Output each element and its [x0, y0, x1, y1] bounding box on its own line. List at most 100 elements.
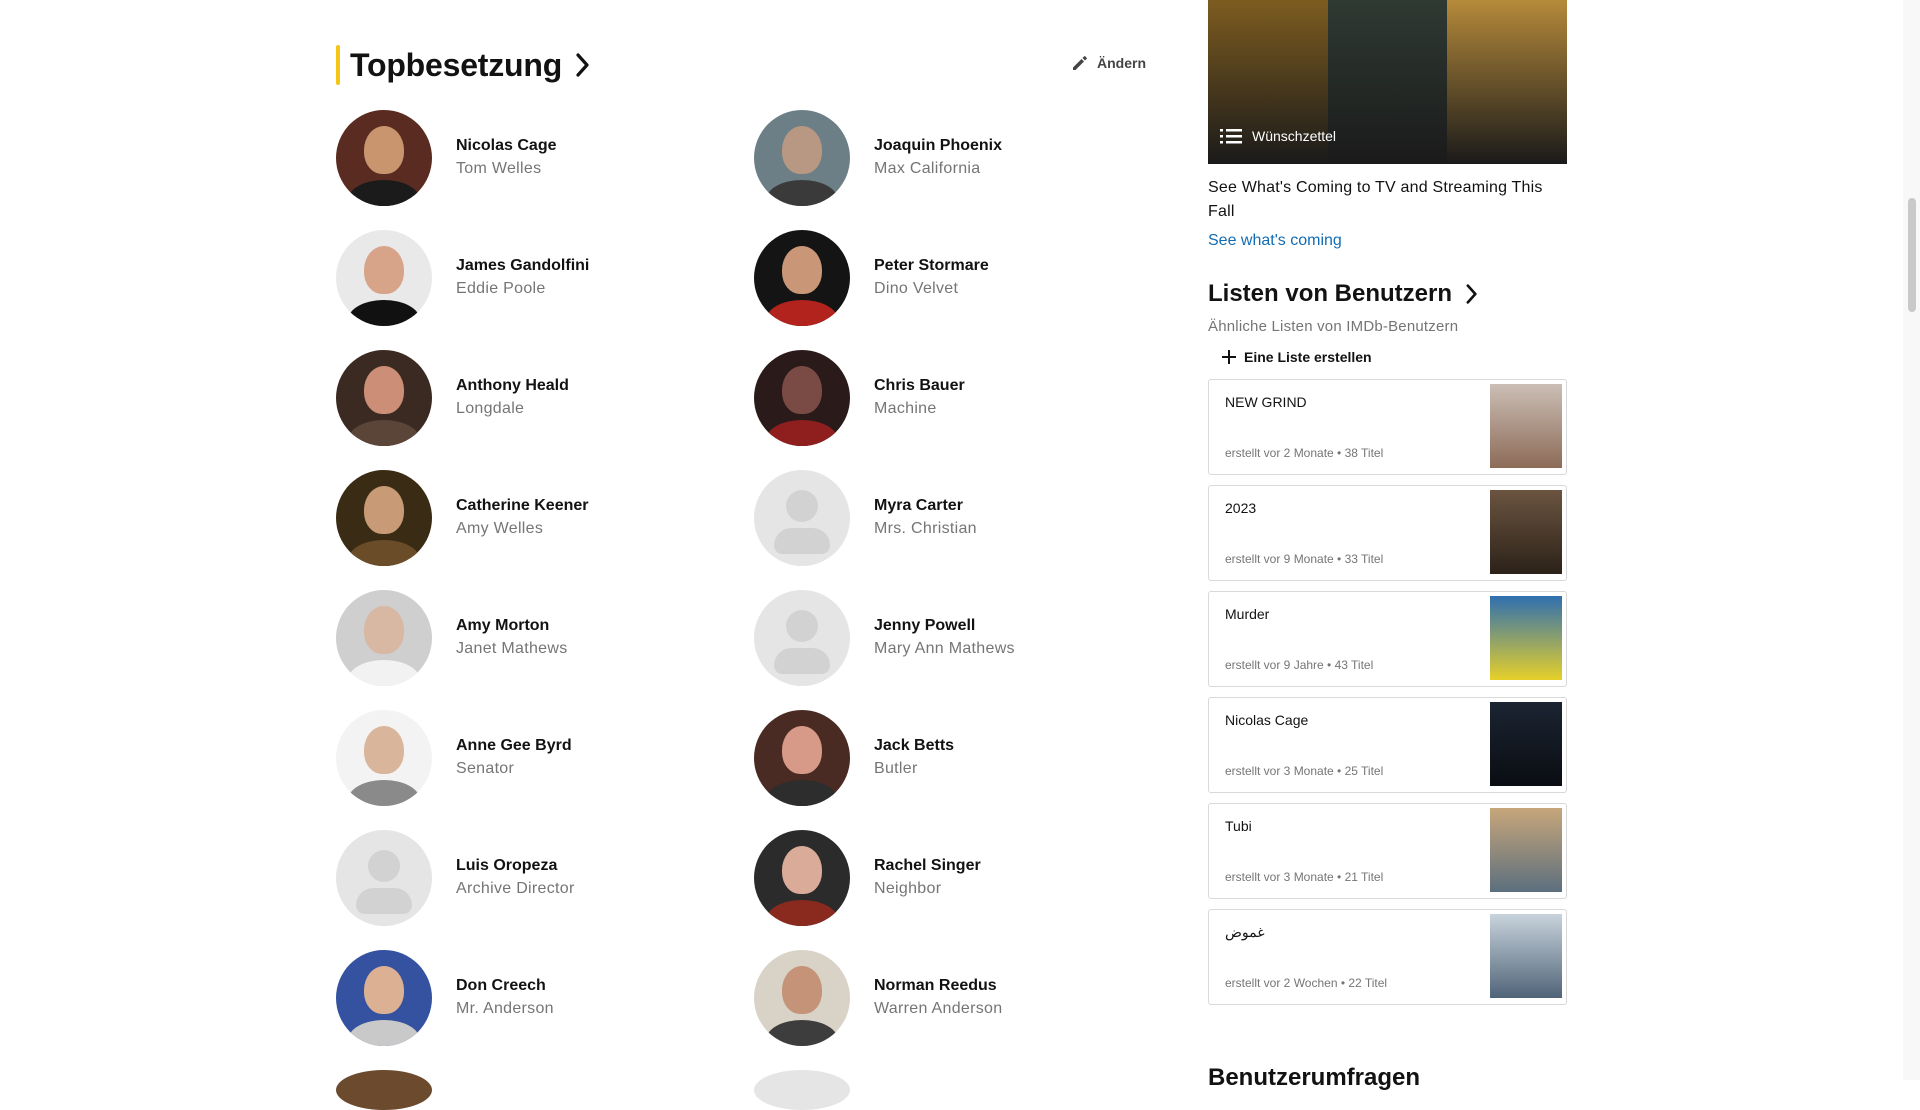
avatar-placeholder-icon[interactable] — [754, 470, 850, 566]
actor-name[interactable]: Joaquin Phoenix — [874, 135, 1002, 157]
actor-name[interactable]: Anne Gee Byrd — [456, 735, 572, 757]
actor-name[interactable]: Catherine Keener — [456, 495, 589, 517]
list-thumbnail[interactable] — [1490, 914, 1562, 998]
cast-member[interactable]: Jack Betts Butler — [754, 710, 1146, 806]
character-name[interactable]: Dino Velvet — [874, 277, 989, 301]
next-cast-avatar[interactable] — [754, 1070, 850, 1110]
user-list-card[interactable]: غموض erstellt vor 2 Wochen • 22 Titel — [1208, 909, 1567, 1005]
cast-member[interactable]: Chris Bauer Machine — [754, 350, 1146, 446]
cast-member[interactable]: Rachel Singer Neighbor — [754, 830, 1146, 926]
actor-photo[interactable] — [336, 350, 432, 446]
character-name[interactable]: Max California — [874, 157, 1002, 181]
cast-member[interactable]: Anne Gee Byrd Senator — [336, 710, 754, 806]
character-name[interactable]: Mrs. Christian — [874, 517, 977, 541]
cast-member[interactable]: Don Creech Mr. Anderson — [336, 950, 754, 1046]
user-list-card[interactable]: NEW GRIND erstellt vor 2 Monate • 38 Tite… — [1208, 379, 1567, 475]
top-cast-header[interactable]: Topbesetzung — [336, 42, 1146, 88]
actor-name[interactable]: Amy Morton — [456, 615, 568, 637]
cast-member[interactable]: Amy Morton Janet Mathews — [336, 590, 754, 686]
list-title[interactable]: Nicolas Cage — [1225, 712, 1308, 728]
actor-photo[interactable] — [336, 590, 432, 686]
actor-photo[interactable] — [336, 470, 432, 566]
character-name[interactable]: Mr. Anderson — [456, 997, 554, 1021]
actor-photo[interactable] — [754, 350, 850, 446]
character-name[interactable]: Butler — [874, 757, 954, 781]
actor-photo[interactable] — [336, 110, 432, 206]
actor-name[interactable]: Jack Betts — [874, 735, 954, 757]
scrollbar-thumb[interactable] — [1908, 198, 1916, 312]
actor-photo[interactable] — [336, 710, 432, 806]
user-lists-header[interactable]: Listen von Benutzern — [1208, 280, 1568, 308]
avatar-placeholder-icon[interactable] — [336, 830, 432, 926]
list-title[interactable]: 2023 — [1225, 500, 1256, 516]
section-title[interactable]: Topbesetzung — [350, 47, 562, 84]
edit-button[interactable]: Ändern — [1071, 54, 1146, 72]
avatar-placeholder-icon[interactable] — [754, 590, 850, 686]
character-name[interactable]: Archive Director — [456, 877, 575, 901]
actor-photo[interactable] — [754, 710, 850, 806]
user-polls-header[interactable]: Benutzerumfragen — [1208, 1064, 1420, 1092]
actor-photo[interactable] — [754, 230, 850, 326]
actor-name[interactable]: Don Creech — [456, 975, 554, 997]
actor-name[interactable]: Chris Bauer — [874, 375, 965, 397]
actor-name[interactable]: Rachel Singer — [874, 855, 981, 877]
user-polls-title[interactable]: Benutzerumfragen — [1208, 1064, 1420, 1092]
chevron-right-icon[interactable] — [1466, 284, 1478, 304]
cast-member[interactable]: Jenny Powell Mary Ann Mathews — [754, 590, 1146, 686]
actor-name[interactable]: Jenny Powell — [874, 615, 1015, 637]
actor-name[interactable]: Myra Carter — [874, 495, 977, 517]
user-list-card[interactable]: Nicolas Cage erstellt vor 3 Monate • 25 T… — [1208, 697, 1567, 793]
cast-member[interactable]: Catherine Keener Amy Welles — [336, 470, 754, 566]
actor-photo[interactable] — [754, 830, 850, 926]
character-name[interactable]: Janet Mathews — [456, 637, 568, 661]
cast-member[interactable]: James Gandolfini Eddie Poole — [336, 230, 754, 326]
list-thumbnail[interactable] — [1490, 702, 1562, 786]
actor-name[interactable]: Luis Oropeza — [456, 855, 575, 877]
list-thumbnail[interactable] — [1490, 808, 1562, 892]
user-list-card[interactable]: 2023 erstellt vor 9 Monate • 33 Titel — [1208, 485, 1567, 581]
character-name[interactable]: Eddie Poole — [456, 277, 589, 301]
cast-member[interactable]: Luis Oropeza Archive Director — [336, 830, 754, 926]
cast-member[interactable]: Norman Reedus Warren Anderson — [754, 950, 1146, 1046]
promo-link[interactable]: See what's coming — [1208, 232, 1568, 250]
cast-member[interactable]: Peter Stormare Dino Velvet — [754, 230, 1146, 326]
create-list-button[interactable]: Eine Liste erstellen — [1222, 349, 1568, 365]
user-list-card[interactable]: Tubi erstellt vor 3 Monate • 21 Titel — [1208, 803, 1567, 899]
list-title[interactable]: غموض — [1225, 924, 1265, 941]
actor-photo[interactable] — [336, 950, 432, 1046]
cast-member[interactable]: Nicolas Cage Tom Welles — [336, 110, 754, 206]
character-name[interactable]: Warren Anderson — [874, 997, 1002, 1021]
list-title[interactable]: Tubi — [1225, 818, 1252, 834]
actor-name[interactable]: Peter Stormare — [874, 255, 989, 277]
character-name[interactable]: Amy Welles — [456, 517, 589, 541]
actor-photo[interactable] — [754, 950, 850, 1046]
character-name[interactable]: Tom Welles — [456, 157, 556, 181]
actor-name[interactable]: James Gandolfini — [456, 255, 589, 277]
character-name[interactable]: Machine — [874, 397, 965, 421]
list-title[interactable]: NEW GRIND — [1225, 394, 1307, 410]
next-cast-avatar[interactable] — [336, 1070, 432, 1110]
actor-name[interactable]: Nicolas Cage — [456, 135, 556, 157]
character-name[interactable]: Longdale — [456, 397, 569, 421]
chevron-right-icon[interactable] — [576, 53, 590, 77]
scrollbar[interactable] — [1903, 0, 1920, 1080]
cast-member[interactable]: Joaquin Phoenix Max California — [754, 110, 1146, 206]
list-title[interactable]: Murder — [1225, 606, 1269, 622]
character-name[interactable]: Neighbor — [874, 877, 981, 901]
user-lists-title[interactable]: Listen von Benutzern — [1208, 280, 1452, 308]
actor-name[interactable]: Norman Reedus — [874, 975, 1002, 997]
list-thumbnail[interactable] — [1490, 596, 1562, 680]
cast-member[interactable]: Anthony Heald Longdale — [336, 350, 754, 446]
list-thumbnail[interactable] — [1490, 384, 1562, 468]
promo-image[interactable]: Wünschzettel — [1208, 0, 1567, 164]
watchlist-badge[interactable]: Wünschzettel — [1220, 128, 1336, 144]
cast-member[interactable]: Myra Carter Mrs. Christian — [754, 470, 1146, 566]
actor-photo[interactable] — [336, 230, 432, 326]
list-thumbnail[interactable] — [1490, 490, 1562, 574]
user-list-card[interactable]: Murder erstellt vor 9 Jahre • 43 Titel — [1208, 591, 1567, 687]
character-name[interactable]: Mary Ann Mathews — [874, 637, 1015, 661]
photo-shoulders — [766, 900, 838, 926]
character-name[interactable]: Senator — [456, 757, 572, 781]
actor-name[interactable]: Anthony Heald — [456, 375, 569, 397]
actor-photo[interactable] — [754, 110, 850, 206]
